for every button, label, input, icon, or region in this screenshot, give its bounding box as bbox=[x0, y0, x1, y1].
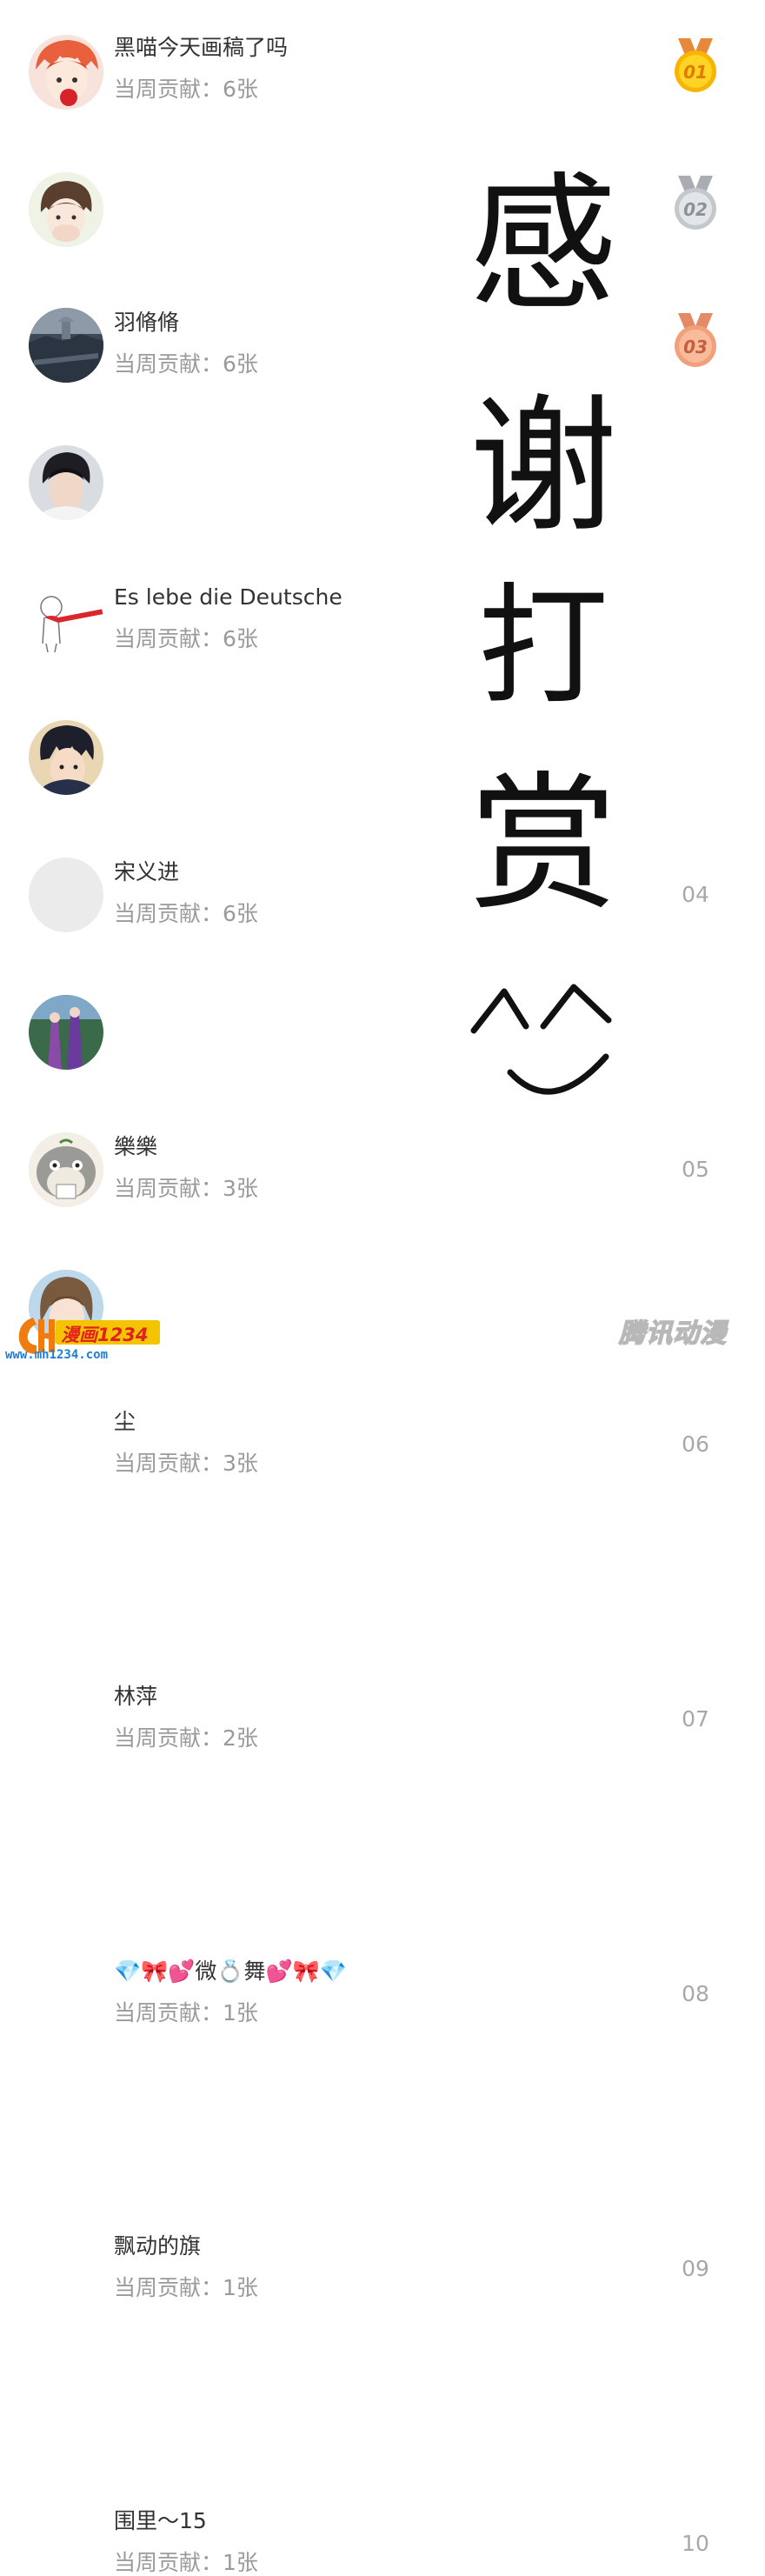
svg-text:02: 02 bbox=[683, 199, 708, 220]
ranking-row[interactable]: 宋义进 当周贡献：6张 04 bbox=[0, 412, 765, 926]
contribution-count: 当周贡献：6张 bbox=[114, 77, 258, 102]
user-name: 尘 bbox=[114, 1409, 136, 1434]
watermark-badge-text: 漫画1234 bbox=[61, 1325, 149, 1345]
ranking-row[interactable]: 樂樂 当周贡献：3张 05 bbox=[0, 550, 765, 1201]
rank-number: 10 bbox=[682, 2531, 709, 2556]
ranking-row[interactable]: 飘动的旗 当周贡献：1张 09 bbox=[0, 1099, 765, 2300]
avatar[interactable] bbox=[29, 583, 103, 657]
user-name: 黑喵今天画稿了吗 bbox=[114, 35, 289, 60]
user-name: 围里～15 bbox=[114, 2508, 207, 2533]
rank-number: 08 bbox=[682, 1981, 709, 2006]
ranking-row[interactable]: 尘 当周贡献：3张 06 bbox=[0, 687, 765, 1476]
svg-text:01: 01 bbox=[683, 62, 708, 83]
user-name: 林萍 bbox=[114, 1684, 158, 1709]
ranking-row[interactable]: 黑喵今天画稿了吗 当周贡献：6张 01 bbox=[0, 0, 765, 137]
avatar[interactable] bbox=[29, 858, 103, 932]
watermark-site: www.mh1234.com bbox=[5, 1348, 109, 1362]
user-name: 飘动的旗 bbox=[114, 2233, 202, 2259]
bronze-medal-icon: 03 bbox=[671, 311, 720, 374]
avatar[interactable] bbox=[29, 35, 103, 110]
contribution-count: 当周贡献：2张 bbox=[114, 1725, 258, 1751]
ranking-row[interactable]: 林萍 当周贡献：2张 07 bbox=[0, 824, 765, 1751]
gold-medal-icon: 01 bbox=[671, 37, 720, 99]
silver-medal-icon: 02 bbox=[671, 174, 720, 237]
rank-number: 07 bbox=[682, 1706, 709, 1732]
avatar[interactable] bbox=[29, 1132, 103, 1207]
avatar[interactable] bbox=[29, 445, 103, 520]
contribution-count: 当周贡献：1张 bbox=[114, 2550, 258, 2575]
avatar[interactable] bbox=[29, 308, 103, 383]
svg-text:03: 03 bbox=[683, 337, 708, 357]
avatar[interactable] bbox=[29, 995, 103, 1070]
watermark-tencent: 腾讯动漫 bbox=[618, 1318, 727, 1350]
avatar[interactable] bbox=[29, 720, 103, 795]
contribution-count: 当周贡献：1张 bbox=[114, 2000, 258, 2025]
user-name: 💎🎀💕微💍舞💕🎀💎 bbox=[114, 1959, 347, 1984]
contribution-count: 当周贡献：3张 bbox=[114, 1451, 258, 1476]
ranking-row[interactable]: 羽脩脩 当周贡献：6张 02 bbox=[0, 137, 765, 377]
rank-number: 06 bbox=[682, 1431, 709, 1457]
ranking-row[interactable]: 💎🎀💕微💍舞💕🎀💎 当周贡献：1张 08 bbox=[0, 962, 765, 2025]
avatar[interactable] bbox=[29, 172, 103, 247]
contribution-count: 当周贡献：1张 bbox=[114, 2275, 258, 2300]
rank-number: 09 bbox=[682, 2256, 709, 2281]
ranking-row[interactable]: Es lebe die Deutsche 当周贡献：6张 03 bbox=[0, 275, 765, 651]
